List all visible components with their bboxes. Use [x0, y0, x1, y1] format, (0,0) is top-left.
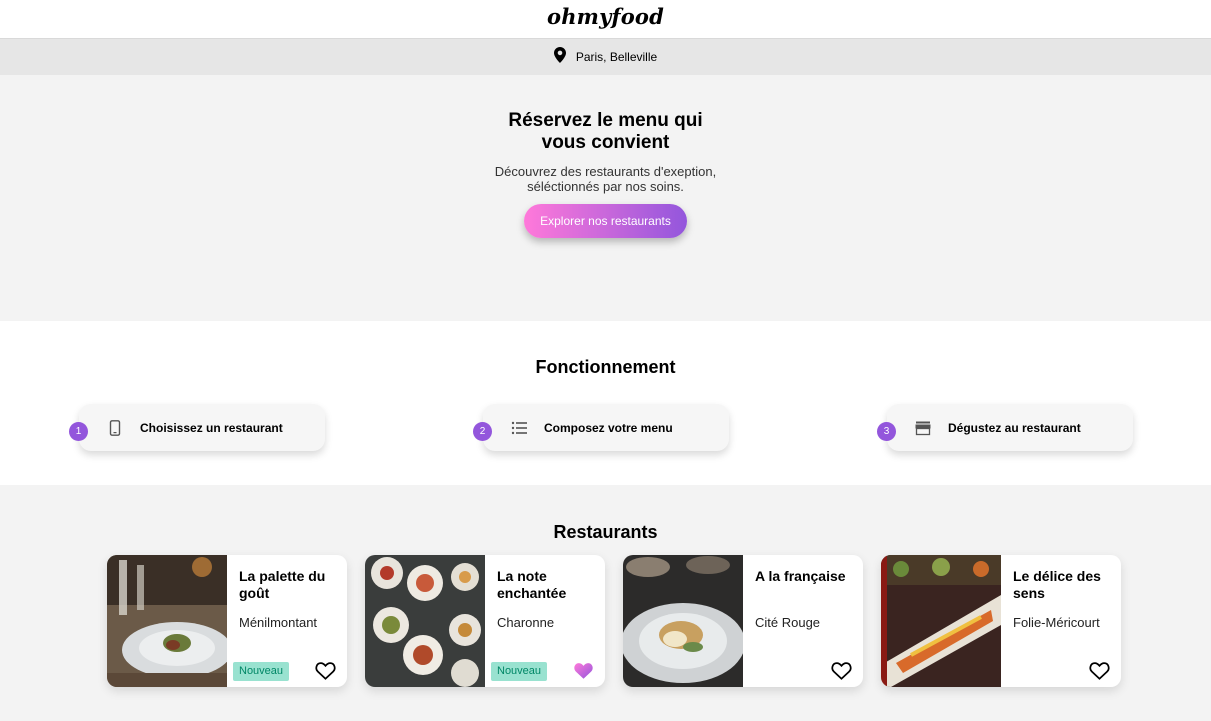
restaurant-area: Folie-Méricourt	[1013, 615, 1100, 630]
restaurant-card[interactable]: A la française Cité Rouge	[623, 555, 863, 687]
logo[interactable]: ohmyfood	[0, 4, 1211, 29]
restaurant-card[interactable]: Le délice des sens Folie-Méricourt	[881, 555, 1121, 687]
top-header: ohmyfood	[0, 0, 1211, 39]
restaurant-name: La palette du goût	[239, 568, 326, 601]
step-number-badge: 1	[69, 422, 88, 441]
restaurant-area: Cité Rouge	[755, 615, 821, 630]
step-compose-menu: 2 Composez votre menu	[473, 404, 729, 451]
restaurant-card[interactable]: La note enchantée Charonne Nouveau	[365, 555, 605, 687]
restaurant-name: Le délice des sens	[1013, 568, 1101, 601]
restaurant-photo	[623, 555, 743, 687]
restaurants-title: Restaurants	[553, 522, 658, 542]
step-label: Choisissez un restaurant	[140, 420, 283, 435]
smartphone-icon	[109, 419, 121, 436]
step-number-badge: 2	[473, 422, 492, 441]
new-badge: Nouveau	[233, 662, 290, 681]
how-it-works-section: Fonctionnement 1 Choisissez un restauran…	[0, 321, 1211, 485]
explore-restaurants-button[interactable]: Explorer nos restaurants	[524, 204, 687, 238]
restaurant-area: Ménilmontant	[239, 615, 318, 630]
heart-icon-liked[interactable]	[573, 661, 594, 680]
hero-section: Réservez le menu qui vous convient Décou…	[0, 75, 1211, 321]
hero-title: Réservez le menu qui vous convient	[508, 110, 703, 153]
step-label: Dégustez au restaurant	[948, 420, 1081, 435]
restaurant-name: A la française	[755, 568, 846, 584]
location-text: Paris, Belleville	[575, 50, 658, 64]
heart-icon[interactable]	[315, 661, 336, 680]
step-label: Composez votre menu	[544, 420, 673, 435]
new-badge: Nouveau	[491, 662, 548, 681]
restaurant-photo	[107, 555, 227, 687]
restaurant-photo	[881, 555, 1001, 687]
how-title: Fonctionnement	[535, 357, 676, 377]
heart-icon[interactable]	[1089, 661, 1110, 680]
hero-subtitle: Découvrez des restaurants d'exeption, sé…	[494, 164, 717, 194]
step-enjoy-restaurant: 3 Dégustez au restaurant	[877, 404, 1133, 451]
list-icon	[511, 421, 527, 434]
location-bar: Paris, Belleville	[0, 39, 1211, 75]
step-choose-restaurant: 1 Choisissez un restaurant	[69, 404, 325, 451]
restaurant-name: La note enchantée	[497, 568, 567, 601]
restaurant-card[interactable]: La palette du goût Ménilmontant Nouveau	[107, 555, 347, 687]
store-icon	[915, 421, 931, 435]
restaurants-section: Restaurants La palette du goût Ménilmont…	[0, 485, 1211, 721]
map-pin-icon	[553, 47, 566, 63]
step-number-badge: 3	[877, 422, 896, 441]
restaurant-area: Charonne	[497, 615, 555, 630]
heart-icon[interactable]	[831, 661, 852, 680]
restaurant-photo	[365, 555, 485, 687]
